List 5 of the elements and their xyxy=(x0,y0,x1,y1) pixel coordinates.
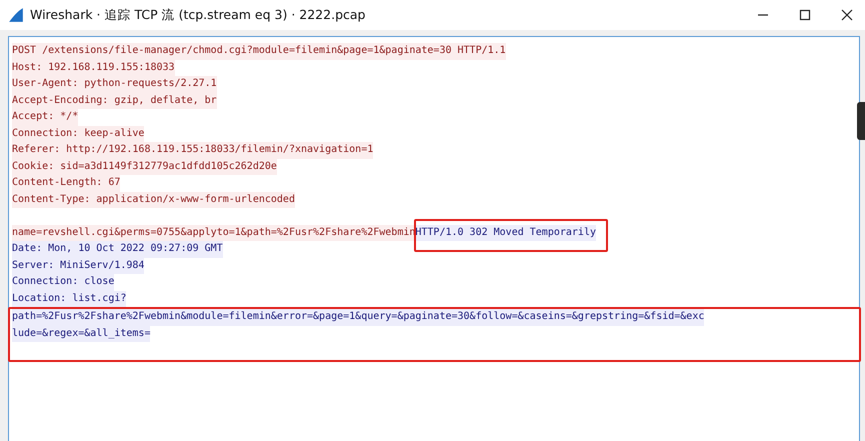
stream-text-area[interactable] xyxy=(8,36,860,441)
close-icon[interactable] xyxy=(841,9,853,21)
window-title: Wireshark · 追踪 TCP 流 (tcp.stream eq 3) · 2222.pcap xyxy=(30,6,366,24)
shark-fin-icon xyxy=(8,7,24,23)
maximize-icon[interactable] xyxy=(799,9,811,21)
